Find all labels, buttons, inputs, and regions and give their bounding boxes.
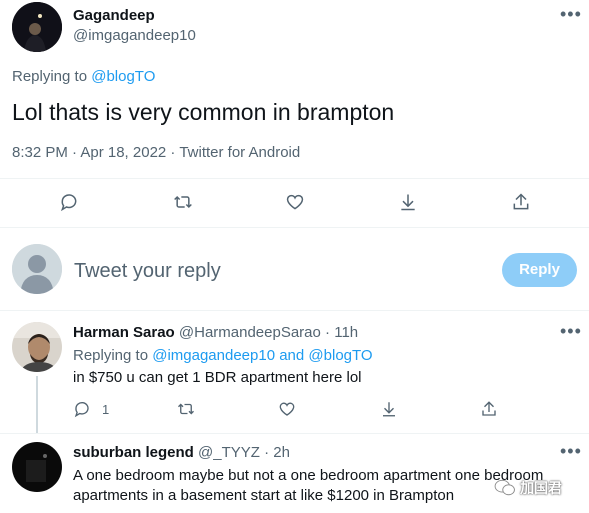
composer-avatar[interactable] bbox=[12, 244, 62, 294]
bookmark-download-icon[interactable] bbox=[398, 192, 418, 212]
replying-to-mention[interactable]: @imgagandeep10 bbox=[152, 347, 275, 364]
reply-icon[interactable] bbox=[59, 192, 79, 212]
reply-avatar[interactable] bbox=[12, 322, 62, 372]
thread-line bbox=[36, 376, 38, 434]
divider bbox=[0, 178, 589, 179]
retweet-icon[interactable] bbox=[176, 400, 196, 418]
reply-timestamp[interactable]: · 11h bbox=[325, 324, 358, 341]
main-tweet-meta[interactable]: 8:32 PM · Apr 18, 2022 · Twitter for And… bbox=[12, 144, 300, 161]
watermark-text: 加国君 bbox=[520, 480, 562, 496]
main-tweet-avatar[interactable] bbox=[12, 2, 62, 52]
main-tweet-text: Lol thats is very common in brampton bbox=[12, 99, 395, 125]
like-icon[interactable] bbox=[278, 400, 296, 418]
replying-to-and: and bbox=[279, 347, 305, 364]
reply-header: Harman Sarao @HarmandeepSarao · 11h bbox=[73, 324, 358, 341]
reply-text: in $750 u can get 1 BDR apartment here l… bbox=[73, 369, 362, 386]
more-options-icon[interactable]: ••• bbox=[560, 321, 582, 342]
bookmark-download-icon[interactable] bbox=[380, 400, 398, 418]
replying-to-line: Replying to @blogTO bbox=[12, 68, 155, 85]
replying-to-mention[interactable]: @blogTO bbox=[308, 347, 372, 364]
reply-count: 1 bbox=[102, 402, 110, 417]
reply-avatar[interactable] bbox=[12, 442, 62, 492]
more-options-icon[interactable]: ••• bbox=[560, 4, 582, 25]
reply-header: suburban legend @_TYYZ · 2h bbox=[73, 444, 290, 461]
replying-to-mention[interactable]: @blogTO bbox=[91, 68, 155, 85]
share-icon[interactable] bbox=[511, 192, 531, 212]
main-tweet-handle[interactable]: @imgagandeep10 bbox=[73, 27, 196, 44]
divider bbox=[0, 433, 589, 434]
reply-timestamp[interactable]: · 2h bbox=[264, 444, 290, 461]
reply-icon[interactable] bbox=[73, 400, 91, 418]
main-tweet-display-name[interactable]: Gagandeep bbox=[73, 7, 155, 24]
wechat-icon bbox=[494, 479, 516, 497]
reply-display-name[interactable]: Harman Sarao bbox=[73, 324, 175, 341]
reply-button[interactable]: Reply bbox=[502, 253, 577, 287]
replying-to-prefix: Replying to bbox=[73, 347, 149, 364]
watermark: 加国君 bbox=[494, 478, 562, 498]
retweet-icon[interactable] bbox=[172, 192, 194, 212]
like-icon[interactable] bbox=[285, 192, 305, 212]
share-icon[interactable] bbox=[480, 400, 498, 418]
reply-handle[interactable]: @HarmandeepSarao bbox=[179, 324, 321, 341]
reply-display-name[interactable]: suburban legend bbox=[73, 444, 194, 461]
divider bbox=[0, 310, 589, 311]
replying-to-prefix: Replying to bbox=[12, 68, 88, 85]
replying-to-line: Replying to @imgagandeep10 and @blogTO bbox=[73, 347, 373, 364]
reply-composer-input[interactable]: Tweet your reply bbox=[74, 260, 474, 283]
divider bbox=[0, 227, 589, 228]
more-options-icon[interactable]: ••• bbox=[560, 441, 582, 462]
reply-handle[interactable]: @_TYYZ bbox=[198, 444, 260, 461]
